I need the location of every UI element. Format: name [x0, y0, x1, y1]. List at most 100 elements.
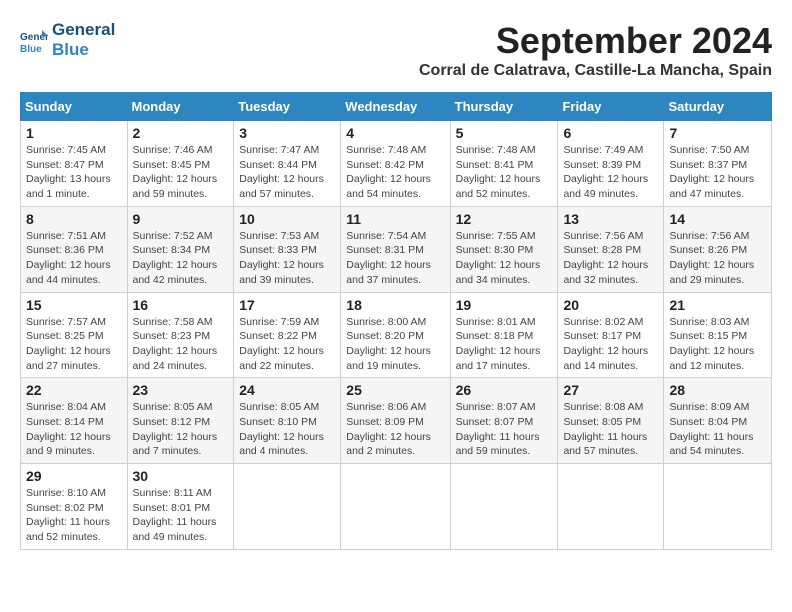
- sunrise-label: Sunrise: 8:05 AM: [133, 401, 213, 413]
- sunset-label: Sunset: 8:44 PM: [239, 159, 317, 171]
- table-row: [341, 464, 450, 550]
- day-info: Sunrise: 7:50 AM Sunset: 8:37 PM Dayligh…: [669, 143, 766, 202]
- daylight-label: Daylight: 12 hours and 42 minutes.: [133, 259, 218, 286]
- sunset-label: Sunset: 8:31 PM: [346, 244, 424, 256]
- sunset-label: Sunset: 8:14 PM: [26, 416, 104, 428]
- sunrise-label: Sunrise: 7:46 AM: [133, 144, 213, 156]
- sunrise-label: Sunrise: 7:52 AM: [133, 230, 213, 242]
- table-row: 8 Sunrise: 7:51 AM Sunset: 8:36 PM Dayli…: [21, 206, 128, 292]
- table-row: 16 Sunrise: 7:58 AM Sunset: 8:23 PM Dayl…: [127, 292, 234, 378]
- sunset-label: Sunset: 8:22 PM: [239, 330, 317, 342]
- day-number: 27: [563, 382, 658, 398]
- day-number: 6: [563, 125, 658, 141]
- daylight-label: Daylight: 12 hours and 19 minutes.: [346, 345, 431, 372]
- calendar-week-row: 1 Sunrise: 7:45 AM Sunset: 8:47 PM Dayli…: [21, 121, 772, 207]
- table-row: 28 Sunrise: 8:09 AM Sunset: 8:04 PM Dayl…: [664, 378, 772, 464]
- day-info: Sunrise: 7:55 AM Sunset: 8:30 PM Dayligh…: [456, 229, 553, 288]
- day-number: 24: [239, 382, 335, 398]
- day-number: 3: [239, 125, 335, 141]
- day-info: Sunrise: 7:57 AM Sunset: 8:25 PM Dayligh…: [26, 315, 122, 374]
- table-row: 4 Sunrise: 7:48 AM Sunset: 8:42 PM Dayli…: [341, 121, 450, 207]
- logo-blue: Blue: [52, 40, 115, 60]
- day-info: Sunrise: 8:08 AM Sunset: 8:05 PM Dayligh…: [563, 400, 658, 459]
- sunset-label: Sunset: 8:33 PM: [239, 244, 317, 256]
- daylight-label: Daylight: 11 hours and 52 minutes.: [26, 516, 110, 543]
- sunrise-label: Sunrise: 8:09 AM: [669, 401, 749, 413]
- day-number: 25: [346, 382, 444, 398]
- day-info: Sunrise: 7:48 AM Sunset: 8:41 PM Dayligh…: [456, 143, 553, 202]
- day-info: Sunrise: 8:07 AM Sunset: 8:07 PM Dayligh…: [456, 400, 553, 459]
- daylight-label: Daylight: 12 hours and 7 minutes.: [133, 431, 218, 458]
- svg-text:Blue: Blue: [20, 44, 42, 54]
- table-row: 2 Sunrise: 7:46 AM Sunset: 8:45 PM Dayli…: [127, 121, 234, 207]
- day-info: Sunrise: 7:58 AM Sunset: 8:23 PM Dayligh…: [133, 315, 229, 374]
- table-row: 11 Sunrise: 7:54 AM Sunset: 8:31 PM Dayl…: [341, 206, 450, 292]
- day-info: Sunrise: 7:53 AM Sunset: 8:33 PM Dayligh…: [239, 229, 335, 288]
- day-number: 13: [563, 211, 658, 227]
- daylight-label: Daylight: 12 hours and 34 minutes.: [456, 259, 541, 286]
- daylight-label: Daylight: 12 hours and 29 minutes.: [669, 259, 754, 286]
- day-number: 14: [669, 211, 766, 227]
- sunset-label: Sunset: 8:30 PM: [456, 244, 534, 256]
- sunrise-label: Sunrise: 8:02 AM: [563, 316, 643, 328]
- day-number: 18: [346, 297, 444, 313]
- day-number: 1: [26, 125, 122, 141]
- calendar-week-row: 8 Sunrise: 7:51 AM Sunset: 8:36 PM Dayli…: [21, 206, 772, 292]
- logo: General Blue General Blue: [20, 20, 115, 61]
- sunrise-label: Sunrise: 7:45 AM: [26, 144, 106, 156]
- sunrise-label: Sunrise: 7:57 AM: [26, 316, 106, 328]
- day-info: Sunrise: 8:04 AM Sunset: 8:14 PM Dayligh…: [26, 400, 122, 459]
- day-info: Sunrise: 7:46 AM Sunset: 8:45 PM Dayligh…: [133, 143, 229, 202]
- daylight-label: Daylight: 12 hours and 44 minutes.: [26, 259, 111, 286]
- daylight-label: Daylight: 12 hours and 59 minutes.: [133, 173, 218, 200]
- sunrise-label: Sunrise: 7:51 AM: [26, 230, 106, 242]
- day-info: Sunrise: 8:03 AM Sunset: 8:15 PM Dayligh…: [669, 315, 766, 374]
- day-number: 17: [239, 297, 335, 313]
- day-number: 15: [26, 297, 122, 313]
- location-title: Corral de Calatrava, Castille-La Mancha,…: [419, 62, 772, 80]
- table-row: 12 Sunrise: 7:55 AM Sunset: 8:30 PM Dayl…: [450, 206, 558, 292]
- daylight-label: Daylight: 11 hours and 49 minutes.: [133, 516, 217, 543]
- table-row: 1 Sunrise: 7:45 AM Sunset: 8:47 PM Dayli…: [21, 121, 128, 207]
- table-row: 19 Sunrise: 8:01 AM Sunset: 8:18 PM Dayl…: [450, 292, 558, 378]
- sunset-label: Sunset: 8:18 PM: [456, 330, 534, 342]
- day-number: 23: [133, 382, 229, 398]
- table-row: 23 Sunrise: 8:05 AM Sunset: 8:12 PM Dayl…: [127, 378, 234, 464]
- sunrise-label: Sunrise: 7:53 AM: [239, 230, 319, 242]
- daylight-label: Daylight: 12 hours and 27 minutes.: [26, 345, 111, 372]
- day-number: 5: [456, 125, 553, 141]
- table-row: 14 Sunrise: 7:56 AM Sunset: 8:26 PM Dayl…: [664, 206, 772, 292]
- day-info: Sunrise: 7:48 AM Sunset: 8:42 PM Dayligh…: [346, 143, 444, 202]
- day-number: 29: [26, 468, 122, 484]
- daylight-label: Daylight: 12 hours and 32 minutes.: [563, 259, 648, 286]
- table-row: 30 Sunrise: 8:11 AM Sunset: 8:01 PM Dayl…: [127, 464, 234, 550]
- sunset-label: Sunset: 8:04 PM: [669, 416, 747, 428]
- daylight-label: Daylight: 12 hours and 4 minutes.: [239, 431, 324, 458]
- day-info: Sunrise: 7:45 AM Sunset: 8:47 PM Dayligh…: [26, 143, 122, 202]
- sunrise-label: Sunrise: 8:08 AM: [563, 401, 643, 413]
- sunrise-label: Sunrise: 7:47 AM: [239, 144, 319, 156]
- sunset-label: Sunset: 8:39 PM: [563, 159, 641, 171]
- day-number: 30: [133, 468, 229, 484]
- table-row: 3 Sunrise: 7:47 AM Sunset: 8:44 PM Dayli…: [234, 121, 341, 207]
- day-info: Sunrise: 7:49 AM Sunset: 8:39 PM Dayligh…: [563, 143, 658, 202]
- sunrise-label: Sunrise: 7:48 AM: [346, 144, 426, 156]
- daylight-label: Daylight: 11 hours and 57 minutes.: [563, 431, 647, 458]
- day-number: 28: [669, 382, 766, 398]
- day-info: Sunrise: 7:47 AM Sunset: 8:44 PM Dayligh…: [239, 143, 335, 202]
- sunset-label: Sunset: 8:07 PM: [456, 416, 534, 428]
- table-row: 27 Sunrise: 8:08 AM Sunset: 8:05 PM Dayl…: [558, 378, 664, 464]
- daylight-label: Daylight: 12 hours and 49 minutes.: [563, 173, 648, 200]
- table-row: 10 Sunrise: 7:53 AM Sunset: 8:33 PM Dayl…: [234, 206, 341, 292]
- daylight-label: Daylight: 12 hours and 52 minutes.: [456, 173, 541, 200]
- sunrise-label: Sunrise: 7:59 AM: [239, 316, 319, 328]
- sunset-label: Sunset: 8:17 PM: [563, 330, 641, 342]
- sunset-label: Sunset: 8:05 PM: [563, 416, 641, 428]
- daylight-label: Daylight: 12 hours and 39 minutes.: [239, 259, 324, 286]
- day-number: 9: [133, 211, 229, 227]
- table-row: 5 Sunrise: 7:48 AM Sunset: 8:41 PM Dayli…: [450, 121, 558, 207]
- sunset-label: Sunset: 8:34 PM: [133, 244, 211, 256]
- day-number: 16: [133, 297, 229, 313]
- day-number: 8: [26, 211, 122, 227]
- sunrise-label: Sunrise: 8:06 AM: [346, 401, 426, 413]
